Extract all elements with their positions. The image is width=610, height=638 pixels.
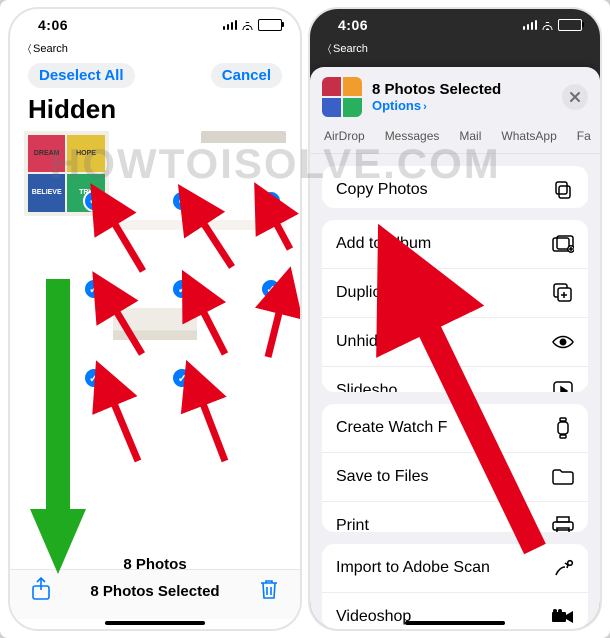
battery-icon [558,19,582,31]
back-label: Search [333,43,368,55]
status-indicators [523,19,583,31]
back-to-search[interactable]: 〈 Search [310,41,600,61]
wifi-icon [541,20,554,30]
phone-right: 4:06 〈 Search 8 Photos Selected Options› [310,9,600,629]
annotation-big-red-arrow [310,9,600,629]
status-time: 4:06 [338,17,368,33]
chevron-left-icon: 〈 [324,41,332,57]
cellular-icon [523,20,538,30]
annotation-green-arrow [18,279,98,579]
phone-left: 4:06 〈 Search Deselect All Cancel Hidden… [10,9,300,629]
status-bar: 4:06 [310,9,600,41]
home-indicator[interactable] [405,621,505,625]
